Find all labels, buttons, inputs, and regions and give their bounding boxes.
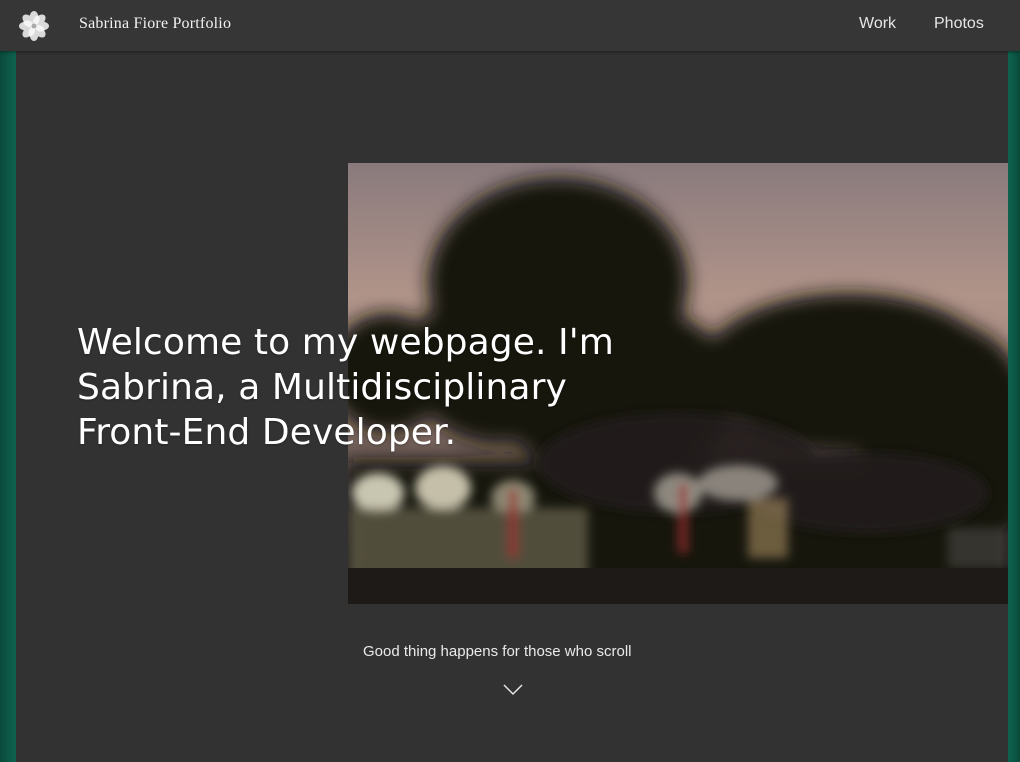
flower-logo-icon[interactable] [19, 11, 49, 41]
right-accent-stripe [1008, 0, 1020, 762]
left-accent-stripe [0, 0, 16, 762]
scroll-hint-text: Good thing happens for those who scroll [363, 643, 632, 660]
site-title[interactable]: Sabrina Fiore Portfolio [79, 15, 231, 33]
hero-headline: Welcome to my webpage. I'm Sabrina, a Mu… [77, 322, 614, 453]
page-frame: Welcome to my webpage. I'm Sabrina, a Mu… [0, 0, 1020, 762]
chevron-down-icon[interactable] [503, 684, 523, 696]
nav-link-photos[interactable]: Photos [934, 15, 984, 33]
nav-link-work[interactable]: Work [859, 15, 896, 33]
top-navigation-bar: Sabrina Fiore Portfolio Work Photos [0, 0, 1020, 51]
